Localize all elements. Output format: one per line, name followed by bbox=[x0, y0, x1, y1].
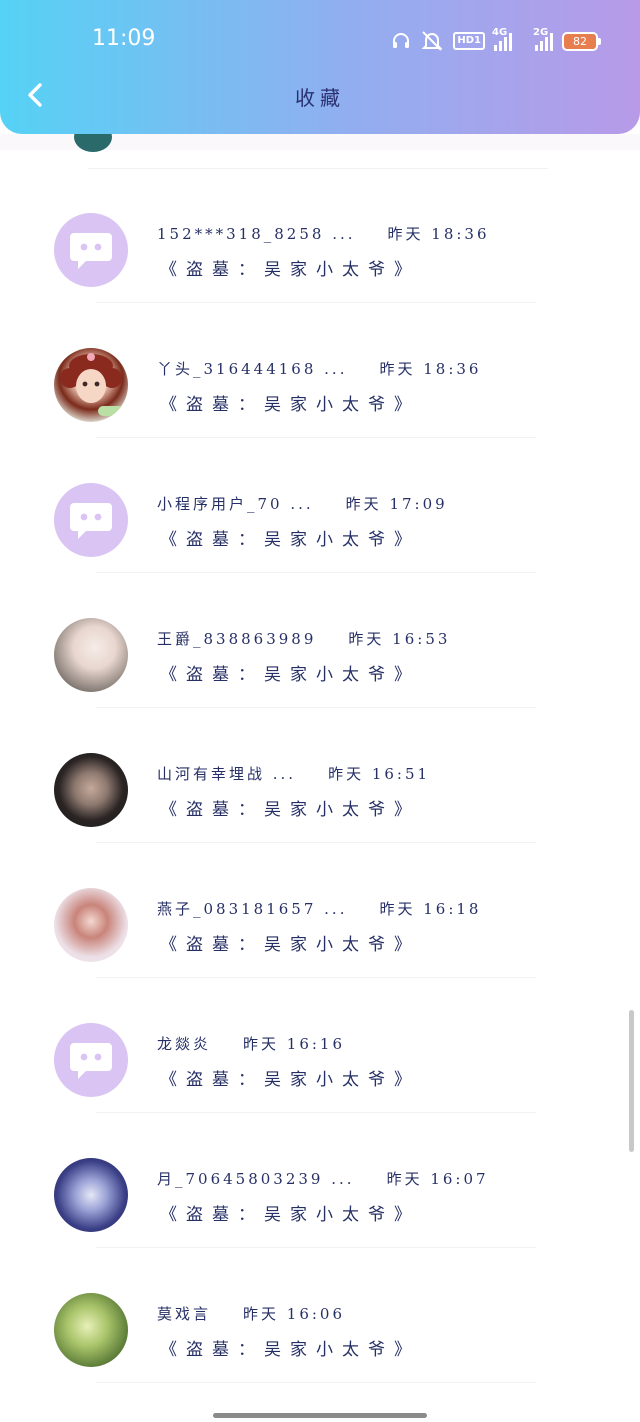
avatar bbox=[54, 618, 128, 692]
timestamp: 昨天 16:53 bbox=[348, 630, 451, 648]
user-name: 龙燚炎 bbox=[157, 1035, 212, 1053]
item-name-line: 小程序用户_70 ... 昨天 17:09 bbox=[157, 493, 448, 514]
page-title: 收藏 bbox=[295, 86, 345, 110]
list-item[interactable]: 小程序用户_70 ... 昨天 17:09 《盗墓：吴家小太爷》 bbox=[0, 451, 640, 586]
avatar bbox=[54, 888, 128, 962]
divider bbox=[96, 842, 536, 843]
chat-bubble-icon bbox=[70, 233, 112, 269]
bell-muted-icon bbox=[421, 31, 443, 51]
user-name: 燕子_083181657 ... bbox=[157, 900, 348, 918]
divider bbox=[96, 977, 536, 978]
headphones-icon bbox=[393, 33, 410, 48]
avatar bbox=[54, 1023, 128, 1097]
list-item[interactable]: 月_70645803239 ... 昨天 16:07 《盗墓：吴家小太爷》 bbox=[0, 1126, 640, 1261]
divider bbox=[88, 168, 548, 169]
timestamp: 昨天 16:07 bbox=[386, 1170, 489, 1188]
item-name-line: 山河有幸埋战 ... 昨天 16:51 bbox=[157, 763, 430, 784]
item-message: 《盗墓：吴家小太爷》 bbox=[160, 665, 420, 685]
hd-icon: HD1 bbox=[453, 32, 485, 50]
signal-4g-icon: 4G bbox=[492, 27, 512, 51]
chat-bubble-icon bbox=[70, 503, 112, 539]
user-name: 丫头_316444168 ... bbox=[157, 360, 348, 378]
avatar bbox=[54, 1158, 128, 1232]
avatar bbox=[54, 213, 128, 287]
avatar bbox=[54, 348, 128, 422]
net-label-2g: 2G bbox=[533, 27, 549, 38]
battery-icon: 82 bbox=[562, 31, 601, 51]
timestamp: 昨天 16:16 bbox=[243, 1035, 346, 1053]
item-name-line: 燕子_083181657 ... 昨天 16:18 bbox=[157, 898, 481, 919]
list-item[interactable]: 丫头_316444168 ... 昨天 18:36 《盗墓：吴家小太爷》 bbox=[0, 316, 640, 451]
signal-2g-icon: 2G bbox=[533, 27, 553, 51]
avatar bbox=[54, 483, 128, 557]
item-name-line: 莫戏言 昨天 16:06 bbox=[157, 1303, 345, 1324]
scrollbar[interactable] bbox=[629, 1010, 634, 1152]
timestamp: 昨天 18:36 bbox=[387, 225, 490, 243]
divider bbox=[96, 1112, 536, 1113]
list-item[interactable]: 龙燚炎 昨天 16:16 《盗墓：吴家小太爷》 bbox=[0, 991, 640, 1126]
divider bbox=[96, 1382, 536, 1383]
list-item[interactable]: 燕子_083181657 ... 昨天 16:18 《盗墓：吴家小太爷》 bbox=[0, 856, 640, 991]
list-item[interactable]: 152***318_8258 ... 昨天 18:36 《盗墓：吴家小太爷》 bbox=[0, 181, 640, 316]
divider bbox=[96, 707, 536, 708]
favorites-list: 152***318_8258 ... 昨天 18:36 《盗墓：吴家小太爷》 丫头… bbox=[0, 181, 640, 1396]
item-message: 《盗墓：吴家小太爷》 bbox=[160, 1070, 420, 1090]
item-message: 《盗墓：吴家小太爷》 bbox=[160, 395, 420, 415]
timestamp: 昨天 16:51 bbox=[328, 765, 431, 783]
divider bbox=[96, 572, 536, 573]
item-name-line: 王爵_838863989 昨天 16:53 bbox=[157, 628, 450, 649]
list-item[interactable]: 莫戏言 昨天 16:06 《盗墓：吴家小太爷》 bbox=[0, 1261, 640, 1396]
item-message: 《盗墓：吴家小太爷》 bbox=[160, 800, 420, 820]
net-label-4g: 4G bbox=[492, 27, 508, 38]
divider bbox=[96, 437, 536, 438]
item-message: 《盗墓：吴家小太爷》 bbox=[160, 260, 420, 280]
timestamp: 昨天 17:09 bbox=[345, 495, 448, 513]
list-item[interactable]: 王爵_838863989 昨天 16:53 《盗墓：吴家小太爷》 bbox=[0, 586, 640, 721]
chat-bubble-icon bbox=[70, 1043, 112, 1079]
item-name-line: 月_70645803239 ... 昨天 16:07 bbox=[157, 1168, 489, 1189]
status-icons: HD1 4G 2G 82 bbox=[391, 27, 601, 54]
status-time: 11:09 bbox=[92, 26, 156, 51]
timestamp: 昨天 16:18 bbox=[379, 900, 482, 918]
item-name-line: 丫头_316444168 ... 昨天 18:36 bbox=[157, 358, 481, 379]
item-name-line: 152***318_8258 ... 昨天 18:36 bbox=[157, 223, 490, 244]
timestamp: 昨天 16:06 bbox=[243, 1305, 346, 1323]
user-name: 山河有幸埋战 ... bbox=[157, 765, 297, 783]
user-name: 月_70645803239 ... bbox=[157, 1170, 355, 1188]
item-message: 《盗墓：吴家小太爷》 bbox=[160, 1340, 420, 1360]
user-name: 小程序用户_70 ... bbox=[157, 495, 314, 513]
anime-girl-icon bbox=[60, 353, 124, 416]
item-message: 《盗墓：吴家小太爷》 bbox=[160, 530, 420, 550]
list-item[interactable]: 山河有幸埋战 ... 昨天 16:51 《盗墓：吴家小太爷》 bbox=[0, 721, 640, 856]
user-name: 莫戏言 bbox=[157, 1305, 212, 1323]
item-name-line: 龙燚炎 昨天 16:16 bbox=[157, 1033, 345, 1054]
user-name: 王爵_838863989 bbox=[157, 630, 317, 648]
header-bar: 11:09 HD1 4G 2G 82 收藏 bbox=[0, 0, 640, 134]
divider bbox=[96, 1247, 536, 1248]
timestamp: 昨天 18:36 bbox=[379, 360, 482, 378]
item-message: 《盗墓：吴家小太爷》 bbox=[160, 935, 420, 955]
avatar bbox=[54, 1293, 128, 1367]
item-message: 《盗墓：吴家小太爷》 bbox=[160, 1205, 420, 1225]
avatar bbox=[54, 753, 128, 827]
user-name: 152***318_8258 ... bbox=[157, 225, 356, 243]
divider bbox=[96, 302, 536, 303]
home-indicator[interactable] bbox=[213, 1413, 427, 1418]
